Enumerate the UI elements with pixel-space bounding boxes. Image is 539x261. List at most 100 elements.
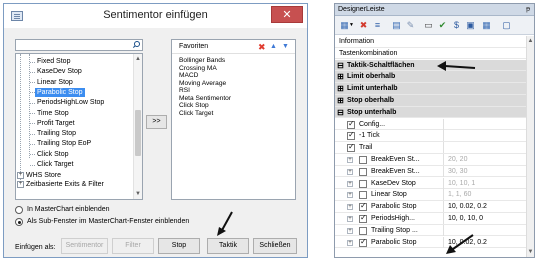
property-value[interactable]: 10, 0, 10, 0	[443, 213, 525, 224]
expand-icon[interactable]: +	[347, 168, 353, 175]
tree-group-item[interactable]: Zeitbasierte Exits & Filter	[26, 180, 104, 189]
property-row[interactable]: + Linear Stop 1, 1, 60	[335, 189, 526, 202]
expand-icon[interactable]: ⊞	[337, 83, 344, 94]
property-category[interactable]: ⊟ Taktik-Schaltflächen	[335, 59, 526, 72]
property-value[interactable]: 30, 30	[443, 165, 525, 177]
expand-icon[interactable]: ⊞	[337, 71, 344, 82]
delete-icon[interactable]: ✖	[258, 42, 266, 52]
property-row[interactable]: -1 Tick	[335, 130, 526, 143]
expand-icon[interactable]: +	[347, 192, 353, 199]
add-to-favorites-button[interactable]: >>	[146, 115, 167, 129]
chart-icon[interactable]: ▤	[390, 19, 403, 31]
search-input[interactable]	[15, 39, 143, 51]
property-row[interactable]: Trail	[335, 142, 526, 154]
property-row[interactable]: Information	[335, 36, 526, 48]
expand-icon[interactable]: ⊞	[337, 95, 344, 106]
scroll-thumb[interactable]	[135, 110, 141, 156]
move-up-icon[interactable]: ▲	[270, 43, 277, 51]
search-icon[interactable]	[132, 41, 140, 49]
window-icon[interactable]: ▢	[500, 19, 513, 31]
tree-item[interactable]: Time Stop	[37, 109, 69, 118]
radio-button[interactable]	[15, 206, 23, 214]
designer-scrollbar[interactable]: ▲ ▼	[526, 36, 534, 257]
checkbox[interactable]	[359, 167, 367, 176]
checkbox[interactable]	[359, 156, 367, 164]
favorite-item[interactable]: Crossing MA	[179, 65, 231, 73]
checkbox[interactable]	[347, 130, 355, 141]
favorite-item[interactable]: Click Stop	[179, 102, 231, 110]
checkbox[interactable]	[347, 119, 355, 129]
property-value[interactable]: 1, 1, 60	[443, 189, 525, 201]
dollar-icon[interactable]: $	[450, 19, 463, 31]
checkbox[interactable]	[347, 142, 355, 153]
property-category[interactable]: ⊞ Stop oberhalb	[335, 95, 526, 107]
property-row[interactable]: +Parabolic Stop10, 0.02, 0.2	[335, 236, 526, 249]
close-button[interactable]: ✕	[271, 6, 303, 23]
wand-icon[interactable]: ✎	[404, 19, 417, 31]
property-row[interactable]: + PeriodsHigh... 10, 0, 10, 0	[335, 213, 526, 225]
checkbox[interactable]	[359, 179, 367, 188]
checkmark-icon[interactable]: ✔	[436, 19, 449, 31]
tree-item[interactable]: Click Target	[37, 160, 73, 169]
stop-button[interactable]: Stop	[158, 238, 200, 254]
tree-item[interactable]: KaseDev Stop	[37, 67, 82, 76]
table-icon[interactable]: ▣	[464, 19, 477, 31]
radio-subwindow[interactable]: Als Sub-Fenster im MasterChart-Fenster e…	[15, 217, 275, 227]
sort-icon[interactable]: ≡	[371, 19, 384, 31]
tree-item[interactable]: Parabolic Stop	[35, 87, 85, 97]
tree-expander[interactable]: +	[17, 181, 24, 188]
checkbox[interactable]	[359, 201, 367, 212]
grid-icon[interactable]: ▦	[480, 19, 493, 31]
expand-icon[interactable]: +	[347, 239, 353, 246]
property-row[interactable]: +Parabolic Stop10, 0.02, 0.2	[335, 201, 526, 213]
filter-button[interactable]: Filter	[112, 238, 154, 254]
property-row[interactable]: + BreakEven St... 30, 30	[335, 165, 526, 178]
property-value[interactable]: 10, 0.02, 0.2	[443, 201, 525, 213]
collapse-icon[interactable]: ⊟	[337, 107, 344, 118]
scroll-down-icon[interactable]: ▼	[527, 249, 534, 255]
taktik-button[interactable]: Taktik	[207, 238, 249, 254]
scroll-up-icon[interactable]: ▲	[527, 38, 534, 44]
tree-item[interactable]: PeriodsHighLow Stop	[37, 98, 104, 107]
tree-item[interactable]: Linear Stop	[37, 78, 73, 87]
pin-icon[interactable]: ᵽ	[526, 6, 530, 14]
property-category[interactable]: ⊟ Stop unterhalb	[335, 106, 526, 119]
favorite-item[interactable]: Meta Sentimentor	[179, 95, 231, 103]
property-category[interactable]: ⊞ Limit oberhalb	[335, 71, 526, 84]
property-value[interactable]: 10, 10, 1	[443, 177, 525, 189]
expand-icon[interactable]: +	[347, 180, 353, 187]
tree-expander[interactable]: +	[17, 172, 24, 179]
checkbox[interactable]	[359, 237, 367, 247]
expand-icon[interactable]: +	[347, 216, 353, 222]
favorite-item[interactable]: Bollinger Bands	[179, 57, 231, 65]
print-icon[interactable]: ▭	[422, 19, 435, 31]
checkbox[interactable]	[359, 191, 367, 200]
property-row[interactable]: + KaseDev Stop 10, 10, 1	[335, 177, 526, 190]
tree-item[interactable]: Click Stop	[37, 150, 69, 159]
collapse-icon[interactable]: ⊟	[337, 60, 344, 71]
favorite-item[interactable]: RSI	[179, 87, 231, 95]
close-dialog-button[interactable]: Schließen	[253, 238, 297, 254]
favorite-item[interactable]: Click Target	[179, 110, 231, 118]
property-row[interactable]: Tastenkombination	[335, 48, 526, 60]
property-row[interactable]: + Trailing Stop ...	[335, 224, 526, 237]
favorite-item[interactable]: MACD	[179, 72, 231, 80]
property-value[interactable]: 20, 20	[443, 154, 525, 165]
expand-icon[interactable]: +	[347, 204, 353, 211]
scroll-down-icon[interactable]: ▼	[134, 190, 142, 198]
property-value[interactable]	[443, 142, 525, 154]
scroll-up-icon[interactable]: ▲	[134, 55, 142, 63]
tree-group-item[interactable]: WHS Store	[26, 171, 61, 180]
tree-scrollbar[interactable]: ▲ ▼	[133, 54, 142, 199]
dropdown-chevron-icon[interactable]: ▼	[348, 19, 355, 31]
delete-icon[interactable]: ✖	[357, 19, 370, 31]
tree-item[interactable]: Fixed Stop	[37, 57, 70, 66]
property-row[interactable]: + BreakEven St... 20, 20	[335, 154, 526, 166]
tree-item[interactable]: Profit Target	[37, 119, 75, 128]
tree-item[interactable]: Trailing Stop EoP	[37, 139, 91, 148]
property-row[interactable]: Config...	[335, 118, 526, 131]
favorite-item[interactable]: Moving Average	[179, 80, 231, 88]
radio-masterchart[interactable]: In MasterChart einblenden	[15, 205, 165, 215]
sentimentor-button[interactable]: Sentimentor	[61, 238, 108, 254]
property-category[interactable]: ⊞ Limit unterhalb	[335, 83, 526, 95]
